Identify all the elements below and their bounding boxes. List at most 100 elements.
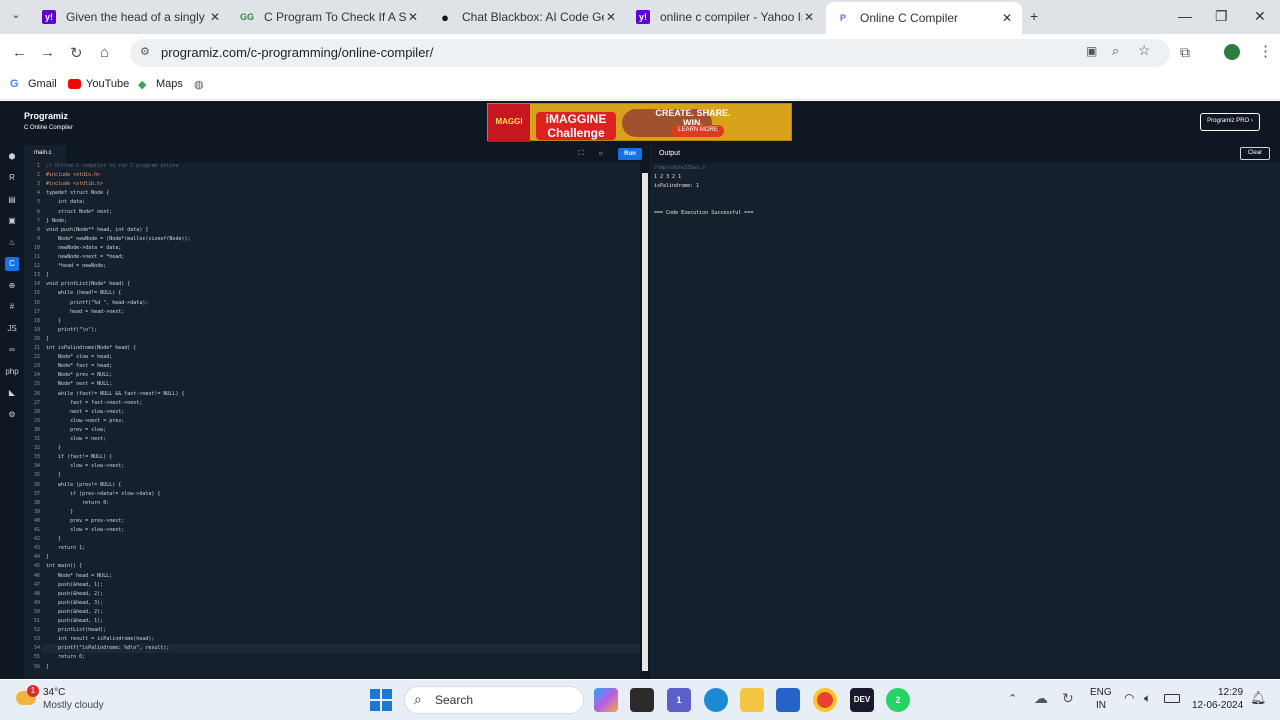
code-line[interactable]: printf("isPalindrome: %d\n", result); bbox=[46, 645, 169, 651]
chrome-icon[interactable] bbox=[813, 688, 837, 712]
code-line[interactable]: while (head!= NULL) { bbox=[46, 290, 121, 296]
language-bottom[interactable]: IN bbox=[1096, 700, 1106, 711]
code-line[interactable]: struct Node* next; bbox=[46, 209, 112, 215]
php-icon[interactable]: php bbox=[5, 365, 19, 379]
weather-desc[interactable]: Mostly cloudy bbox=[43, 700, 104, 711]
explorer-icon[interactable] bbox=[740, 688, 764, 712]
code-line[interactable]: int result = isPalindrome(head); bbox=[46, 636, 154, 642]
go-icon[interactable]: ∞ bbox=[5, 343, 19, 357]
extensions-icon[interactable]: ⧉ bbox=[1180, 44, 1190, 61]
taskbar-search[interactable]: ⌕ Search bbox=[404, 686, 584, 714]
sync-icon[interactable]: ↻ bbox=[1062, 690, 1074, 707]
file-tab-main-c[interactable]: main.c bbox=[26, 145, 66, 163]
back-icon[interactable]: ← bbox=[12, 44, 27, 61]
code-line[interactable]: } bbox=[46, 536, 61, 542]
code-line[interactable]: return 1; bbox=[46, 545, 85, 551]
java-icon[interactable]: ♨ bbox=[5, 236, 19, 250]
fullscreen-icon[interactable]: ⛶ bbox=[575, 148, 587, 160]
bookmark-star-icon[interactable]: ☆ bbox=[1138, 42, 1151, 59]
language-top[interactable]: ENG bbox=[1090, 687, 1112, 698]
theme-toggle-icon[interactable]: ☼ bbox=[595, 148, 607, 160]
zoom-icon[interactable]: ⌕ bbox=[1112, 43, 1119, 59]
reload-icon[interactable]: ↻ bbox=[70, 44, 83, 62]
teams-icon[interactable]: 1 bbox=[667, 688, 691, 712]
edge-icon[interactable] bbox=[704, 688, 728, 712]
csharp-icon[interactable]: # bbox=[5, 300, 19, 314]
more-menu-icon[interactable]: ⋮ bbox=[1258, 42, 1273, 60]
show-hidden-icons[interactable]: ⌃ bbox=[1008, 692, 1017, 705]
code-line[interactable]: slow = next; bbox=[46, 436, 106, 442]
code-line[interactable]: #include <stdlib.h> bbox=[46, 181, 103, 187]
code-line[interactable]: void printList(Node* head) { bbox=[46, 281, 130, 287]
close-window-icon[interactable]: ✕ bbox=[1254, 8, 1266, 25]
tab-5-active[interactable]: P Online C Compiler ✕ bbox=[826, 2, 1022, 34]
code-line[interactable]: if (prev->data!= slow->data) { bbox=[46, 491, 160, 497]
tab-4[interactable]: y! online c compiler - Yahoo India ✕ bbox=[626, 4, 824, 30]
code-line[interactable]: } bbox=[46, 554, 49, 560]
copilot-icon[interactable] bbox=[594, 688, 618, 712]
code-line[interactable]: } bbox=[46, 664, 49, 670]
code-line[interactable]: printf("\n"); bbox=[46, 327, 97, 333]
code-line[interactable]: Node* prev = NULL; bbox=[46, 372, 112, 378]
editor-scrollbar[interactable] bbox=[640, 163, 650, 679]
code-line[interactable]: slow = slow->next; bbox=[46, 463, 124, 469]
code-line[interactable]: push(&head, 3); bbox=[46, 600, 103, 606]
wifi-icon[interactable]: ◠ bbox=[1124, 691, 1134, 705]
code-line[interactable]: } bbox=[46, 509, 73, 515]
devhome-icon[interactable]: DEV bbox=[850, 688, 874, 712]
c-icon[interactable]: C bbox=[5, 257, 19, 271]
profile-avatar[interactable] bbox=[1224, 44, 1240, 60]
advertisement-banner[interactable]: MAGGI iMAGGINE Challenge CREATE. SHARE. … bbox=[487, 103, 792, 142]
code-line[interactable]: while (prev!= NULL) { bbox=[46, 482, 121, 488]
code-line[interactable]: slow = slow->next; bbox=[46, 527, 124, 533]
code-line[interactable]: push(&head, 1); bbox=[46, 582, 103, 588]
battery-icon[interactable] bbox=[1164, 694, 1180, 703]
code-line[interactable]: push(&head, 2); bbox=[46, 609, 103, 615]
onedrive-icon[interactable]: ☁ bbox=[1034, 690, 1048, 707]
code-line[interactable]: printList(head); bbox=[46, 627, 106, 633]
tab-3[interactable]: ● Chat Blackbox: AI Code Generat ✕ bbox=[428, 4, 626, 30]
tab-2[interactable]: GG C Program To Check If A Singly ✕ bbox=[230, 4, 428, 30]
tab-1[interactable]: y! Given the head of a singly linke ✕ bbox=[32, 4, 230, 30]
scrollbar-thumb[interactable] bbox=[642, 173, 648, 671]
sql-icon[interactable]: ▤ bbox=[5, 193, 19, 207]
code-line[interactable]: head = head->next; bbox=[46, 309, 124, 315]
code-line[interactable]: Node* fast = head; bbox=[46, 363, 112, 369]
volume-icon[interactable]: 🔈︎ bbox=[1144, 691, 1151, 706]
clock-date[interactable]: 12-06-2024 bbox=[1192, 700, 1243, 711]
code-line[interactable]: push(&head, 2); bbox=[46, 591, 103, 597]
code-line[interactable]: push(&head, 1); bbox=[46, 618, 103, 624]
bookmark-maps[interactable]: Maps bbox=[156, 78, 183, 90]
forward-icon[interactable]: → bbox=[40, 44, 55, 61]
code-line[interactable]: int data; bbox=[46, 199, 85, 205]
home-icon[interactable]: ⌂ bbox=[100, 44, 109, 61]
code-line[interactable]: Node* slow = head; bbox=[46, 354, 112, 360]
maximize-icon[interactable]: ❐ bbox=[1215, 8, 1228, 25]
code-line[interactable]: } bbox=[46, 318, 61, 324]
code-line[interactable]: void push(Node** head, int data) { bbox=[46, 227, 148, 233]
code-line[interactable]: slow->next = prev; bbox=[46, 418, 124, 424]
code-line[interactable]: while (fast!= NULL && fast->next!= NULL)… bbox=[46, 391, 184, 397]
code-line[interactable]: return 0; bbox=[46, 500, 109, 506]
code-line[interactable]: // Online C compiler to run C program on… bbox=[46, 163, 178, 169]
tab-close-icon[interactable]: ✕ bbox=[208, 10, 222, 24]
store-icon[interactable] bbox=[776, 688, 800, 712]
bookmark-youtube[interactable]: YouTube bbox=[86, 78, 129, 90]
tab-close-icon[interactable]: ✕ bbox=[406, 10, 420, 24]
programiz-logo[interactable]: Programiz C Online Compiler bbox=[24, 111, 73, 131]
python-icon[interactable]: ⬢ bbox=[5, 150, 19, 164]
code-line[interactable]: return 0; bbox=[46, 654, 85, 660]
tab-close-icon[interactable]: ✕ bbox=[802, 10, 816, 24]
code-line[interactable]: int main() { bbox=[46, 563, 82, 569]
new-tab-button[interactable]: + bbox=[1030, 8, 1038, 24]
code-line[interactable]: fast = fast->next->next; bbox=[46, 400, 142, 406]
code-line[interactable]: Node* next = NULL; bbox=[46, 381, 112, 387]
code-line[interactable]: } Node; bbox=[46, 218, 67, 224]
code-line[interactable]: printf("%d ", head->data); bbox=[46, 300, 148, 306]
rust-icon[interactable]: ⚙ bbox=[5, 408, 19, 422]
tab-search-icon[interactable]: ⌄ bbox=[6, 8, 26, 26]
url-input[interactable]: ⚙ programiz.com/c-programming/online-com… bbox=[130, 39, 1170, 67]
tab-close-icon[interactable]: ✕ bbox=[604, 10, 618, 24]
eye-off-icon[interactable]: ▣ bbox=[1086, 44, 1097, 58]
code-line[interactable]: } bbox=[46, 445, 61, 451]
